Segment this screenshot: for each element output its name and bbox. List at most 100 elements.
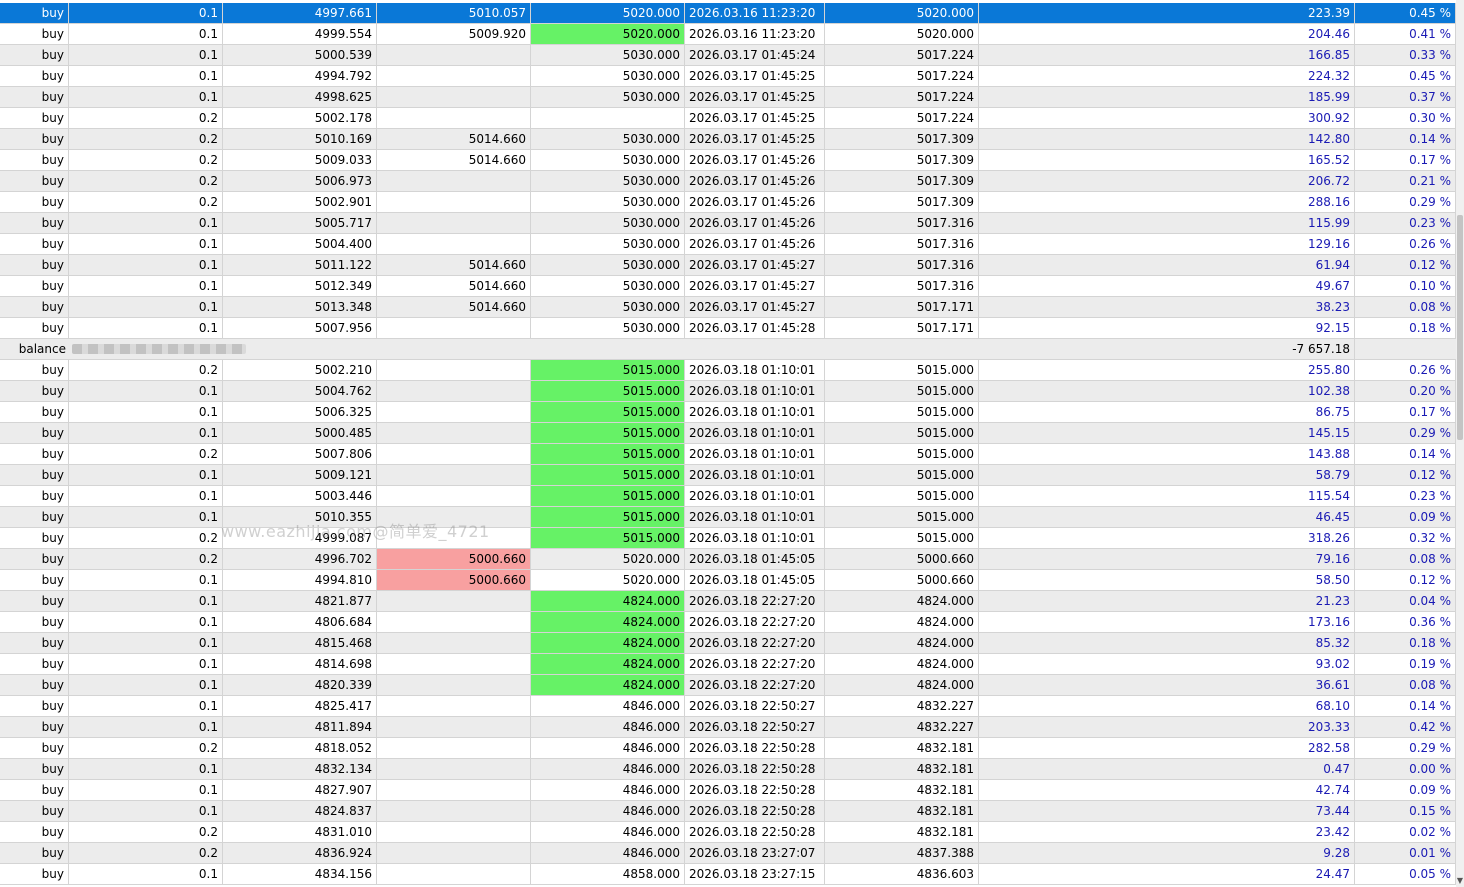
- table-row[interactable]: buy 0.1 4806.684 4824.000 2026.03.18 22:27:2…: [0, 612, 1456, 633]
- volume-cell: 0.1: [69, 864, 223, 884]
- table-row[interactable]: buy 0.1 4994.810 5000.660 5020.000 2026.03.18…: [0, 570, 1456, 591]
- table-row[interactable]: buy 0.1 5004.762 5015.000 2026.03.18 01:10:0…: [0, 381, 1456, 402]
- volume-cell: 0.2: [69, 822, 223, 842]
- table-row[interactable]: buy 0.2 4996.702 5000.660 5020.000 2026.03.18…: [0, 549, 1456, 570]
- take-profit-cell: 4846.000: [531, 780, 685, 800]
- table-row[interactable]: buy 0.2 5009.033 5014.660 5030.000 2026.03.17…: [0, 150, 1456, 171]
- close-time-cell: 2026.03.18 22:50:28: [685, 738, 825, 758]
- stop-loss-cell: [377, 234, 531, 254]
- close-time-cell: 2026.03.18 01:10:01: [685, 423, 825, 443]
- close-time-cell: 2026.03.18 01:10:01: [685, 381, 825, 401]
- type-cell: buy: [0, 864, 69, 884]
- balance-amount: -7 657.18: [979, 339, 1355, 359]
- scroll-down-arrow-icon[interactable]: ▼: [1456, 875, 1464, 887]
- table-row[interactable]: buy 0.1 4832.134 4846.000 2026.03.18 22:50:2…: [0, 759, 1456, 780]
- profit-cell: 255.80: [979, 360, 1355, 380]
- take-profit-cell: 4846.000: [531, 696, 685, 716]
- open-price-cell: 5003.446: [223, 486, 377, 506]
- stop-loss-cell: [377, 360, 531, 380]
- type-cell: buy: [0, 3, 69, 23]
- table-row[interactable]: buy 0.1 4999.554 5009.920 5020.000 2026.03.16…: [0, 24, 1456, 45]
- profit-cell: 282.58: [979, 738, 1355, 758]
- profit-cell: 173.16: [979, 612, 1355, 632]
- open-price-cell: 5009.033: [223, 150, 377, 170]
- table-row[interactable]: buy 0.1 4994.792 5030.000 2026.03.17 01:45:2…: [0, 66, 1456, 87]
- table-row[interactable]: buy 0.1 4811.894 4846.000 2026.03.18 22:50:2…: [0, 717, 1456, 738]
- table-row[interactable]: buy 0.1 5010.355 5015.000 2026.03.18 01:10:0…: [0, 507, 1456, 528]
- balance-label: balance: [18, 342, 66, 356]
- table-row[interactable]: buy 0.1 5004.400 5030.000 2026.03.17 01:45:2…: [0, 234, 1456, 255]
- table-row[interactable]: buy 0.1 4820.339 4824.000 2026.03.18 22:27:2…: [0, 675, 1456, 696]
- table-row[interactable]: buy 0.2 5002.210 5015.000 2026.03.18 01:10:0…: [0, 360, 1456, 381]
- close-price-cell: 5017.171: [825, 318, 979, 338]
- close-price-cell: 4824.000: [825, 675, 979, 695]
- close-time-cell: 2026.03.18 22:50:28: [685, 780, 825, 800]
- balance-row[interactable]: balance -7 657.18: [0, 339, 1457, 360]
- profit-cell: 79.16: [979, 549, 1355, 569]
- close-time-cell: 2026.03.17 01:45:25: [685, 66, 825, 86]
- table-row[interactable]: buy 0.1 5011.122 5014.660 5030.000 2026.03.17…: [0, 255, 1456, 276]
- volume-cell: 0.1: [69, 297, 223, 317]
- table-row[interactable]: buy 0.2 5002.178 2026.03.17 01:45:25 5017.22…: [0, 108, 1456, 129]
- table-row[interactable]: buy 0.2 4999.087 5015.000 2026.03.18 01:10:0…: [0, 528, 1456, 549]
- stop-loss-cell: [377, 675, 531, 695]
- table-row[interactable]: buy 0.1 5006.325 5015.000 2026.03.18 01:10:0…: [0, 402, 1456, 423]
- close-time-cell: 2026.03.16 11:23:20: [685, 24, 825, 44]
- table-row[interactable]: buy 0.1 5005.717 5030.000 2026.03.17 01:45:2…: [0, 213, 1456, 234]
- open-price-cell: 4834.156: [223, 864, 377, 884]
- close-time-cell: 2026.03.17 01:45:27: [685, 297, 825, 317]
- table-row[interactable]: buy 0.2 5007.806 5015.000 2026.03.18 01:10:0…: [0, 444, 1456, 465]
- table-row[interactable]: buy 0.1 5012.349 5014.660 5030.000 2026.03.17…: [0, 276, 1456, 297]
- close-price-cell: 5017.316: [825, 276, 979, 296]
- close-price-cell: 4824.000: [825, 612, 979, 632]
- close-price-cell: 5017.316: [825, 255, 979, 275]
- table-row[interactable]: buy 0.1 4814.698 4824.000 2026.03.18 22:27:2…: [0, 654, 1456, 675]
- table-row[interactable]: buy 0.1 5003.446 5015.000 2026.03.18 01:10:0…: [0, 486, 1456, 507]
- table-row[interactable]: buy 0.1 4824.837 4846.000 2026.03.18 22:50:2…: [0, 801, 1456, 822]
- take-profit-cell: 4824.000: [531, 633, 685, 653]
- profit-cell: 92.15: [979, 318, 1355, 338]
- profit-percent-cell: 0.08 %: [1355, 297, 1456, 317]
- take-profit-cell: 4846.000: [531, 822, 685, 842]
- table-row[interactable]: buy 0.1 4827.907 4846.000 2026.03.18 22:50:2…: [0, 780, 1456, 801]
- table-row[interactable]: buy 0.1 4825.417 4846.000 2026.03.18 22:50:2…: [0, 696, 1456, 717]
- table-row[interactable]: buy 0.2 4831.010 4846.000 2026.03.18 22:50:2…: [0, 822, 1456, 843]
- table-row[interactable]: buy 0.1 5000.485 5015.000 2026.03.18 01:10:0…: [0, 423, 1456, 444]
- type-cell: buy: [0, 255, 69, 275]
- table-row[interactable]: buy 0.1 4998.625 5030.000 2026.03.17 01:45:2…: [0, 87, 1456, 108]
- table-row[interactable]: buy 0.1 5013.348 5014.660 5030.000 2026.03.17…: [0, 297, 1456, 318]
- profit-cell: 46.45: [979, 507, 1355, 527]
- table-row[interactable]: buy 0.2 4836.924 4846.000 2026.03.18 23:27:0…: [0, 843, 1456, 864]
- type-cell: buy: [0, 276, 69, 296]
- profit-percent-cell: 0.42 %: [1355, 717, 1456, 737]
- stop-loss-cell: [377, 843, 531, 863]
- profit-cell: 68.10: [979, 696, 1355, 716]
- table-row[interactable]: buy 0.2 5010.169 5014.660 5030.000 2026.03.17…: [0, 129, 1456, 150]
- profit-cell: 21.23: [979, 591, 1355, 611]
- table-row[interactable]: buy 0.2 5002.901 5030.000 2026.03.17 01:45:2…: [0, 192, 1456, 213]
- table-row[interactable]: buy 0.1 4834.156 4858.000 2026.03.18 23:27:1…: [0, 864, 1456, 885]
- table-row[interactable]: buy 0.1 4997.661 5010.057 5020.000 2026.03.16…: [0, 3, 1456, 24]
- close-time-cell: 2026.03.17 01:45:26: [685, 234, 825, 254]
- type-cell: buy: [0, 66, 69, 86]
- volume-cell: 0.2: [69, 738, 223, 758]
- volume-cell: 0.1: [69, 87, 223, 107]
- close-price-cell: 5017.171: [825, 297, 979, 317]
- vertical-scrollbar[interactable]: ▼: [1456, 0, 1464, 887]
- type-cell: buy: [0, 360, 69, 380]
- table-row[interactable]: buy 0.1 5007.956 5030.000 2026.03.17 01:45:2…: [0, 318, 1456, 339]
- close-time-cell: 2026.03.18 01:45:05: [685, 549, 825, 569]
- close-time-cell: 2026.03.18 01:10:01: [685, 486, 825, 506]
- table-row[interactable]: buy 0.1 5000.539 5030.000 2026.03.17 01:45:2…: [0, 45, 1456, 66]
- table-row[interactable]: buy 0.1 4815.468 4824.000 2026.03.18 22:27:2…: [0, 633, 1456, 654]
- close-price-cell: 4832.181: [825, 780, 979, 800]
- profit-cell: 223.39: [979, 3, 1355, 23]
- table-row[interactable]: buy 0.2 4818.052 4846.000 2026.03.18 22:50:2…: [0, 738, 1456, 759]
- scrollbar-thumb[interactable]: [1457, 215, 1463, 440]
- take-profit-cell: 5020.000: [531, 549, 685, 569]
- table-row[interactable]: buy 0.1 4821.877 4824.000 2026.03.18 22:27:2…: [0, 591, 1456, 612]
- table-row[interactable]: buy 0.2 5006.973 5030.000 2026.03.17 01:45:2…: [0, 171, 1456, 192]
- table-row[interactable]: buy 0.1 5009.121 5015.000 2026.03.18 01:10:0…: [0, 465, 1456, 486]
- volume-cell: 0.1: [69, 801, 223, 821]
- close-price-cell: 4824.000: [825, 633, 979, 653]
